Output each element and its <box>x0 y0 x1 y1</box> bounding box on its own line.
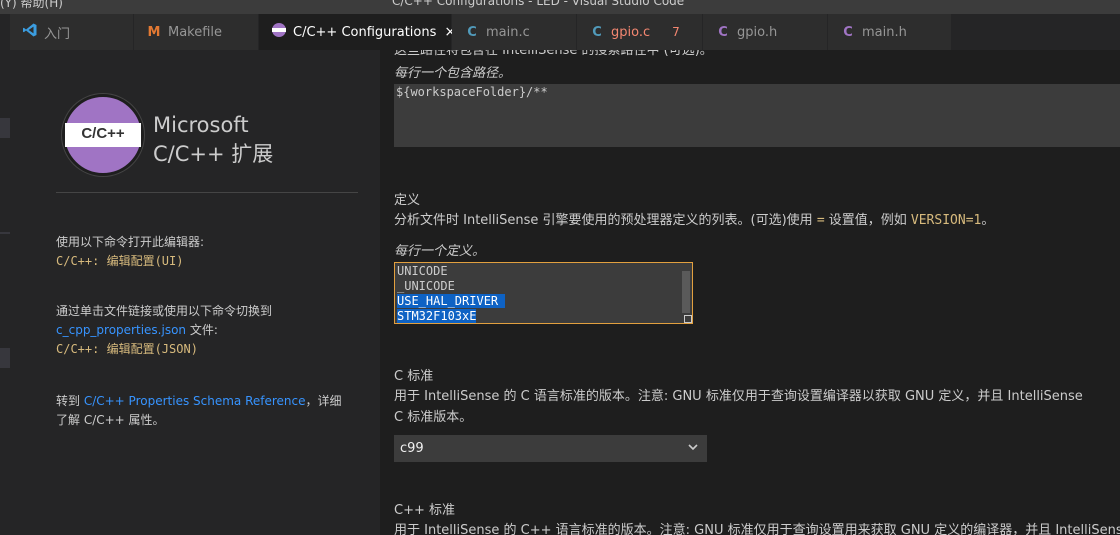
schema-reference-help: 转到 C/C++ Properties Schema Reference，详细 … <box>56 392 342 430</box>
c-standard-select[interactable]: c99 <box>394 435 707 462</box>
defines-description: 分析文件时 IntelliSense 引擎要使用的预处理器定义的列表。(可选)使… <box>394 213 995 228</box>
switch-text: 通过单击文件链接或使用以下命令切换到 <box>56 304 273 318</box>
open-ui-help: 使用以下命令打开此编辑器: C/C++: 编辑配置(UI) <box>56 233 204 271</box>
schema-reference-link[interactable]: C/C++ Properties Schema Reference <box>84 394 306 408</box>
tab-welcome[interactable]: 入门 <box>10 14 134 50</box>
tab-label: main.h <box>862 24 907 40</box>
window-title: C/C++ Configurations - LED - Visual Stud… <box>392 0 685 8</box>
define-line: UNICODE <box>397 264 448 278</box>
tab-label: gpio.c <box>611 24 651 40</box>
sidebar-edge-marker <box>0 348 10 368</box>
define-line: _UNICODE <box>397 279 455 293</box>
tab-label: gpio.h <box>737 24 778 40</box>
configuration-form: 这些路径将包含在 IntelliSense 的搜索路径中 (可选)。 每行一个包… <box>380 50 1120 535</box>
ref-line2: 了解 C/C++ 属性。 <box>56 413 165 427</box>
cpp-standard-description: 用于 IntelliSense 的 C++ 语言标准的版本。注意: GNU 标准… <box>394 523 1120 535</box>
tab-main-h[interactable]: C main.h <box>828 14 952 50</box>
c-file-icon: C <box>592 24 602 40</box>
c-standard-value: c99 <box>400 441 424 456</box>
ref-prefix: 转到 <box>56 394 84 408</box>
editor-tab-bar: 入门 M Makefile C/C++ Configurations × C m… <box>0 14 1120 50</box>
c-file-icon: C <box>467 24 477 40</box>
divider <box>56 192 358 193</box>
open-json-command: C/C++: 编辑配置(JSON) <box>56 342 198 356</box>
menu-fragment[interactable]: (Y) 帮助(H) <box>0 0 63 11</box>
c-standard-description: 用于 IntelliSense 的 C 语言标准的版本。注意: GNU 标准仅用… <box>394 389 1083 425</box>
logo-text: C/C++ <box>81 125 125 142</box>
json-file-link[interactable]: c_cpp_properties.json <box>56 323 186 337</box>
defines-hint: 每行一个定义。 <box>394 244 486 259</box>
sidebar-edge <box>0 50 10 535</box>
cpp-extension-icon <box>271 22 287 42</box>
vscode-icon <box>22 22 38 42</box>
sidebar-edge-marker <box>0 232 10 234</box>
open-ui-command: C/C++: 编辑配置(UI) <box>56 254 184 268</box>
tab-cpp-configurations[interactable]: C/C++ Configurations × <box>259 14 456 50</box>
h-file-icon: C <box>843 24 853 40</box>
tab-main-c[interactable]: C main.c <box>452 14 577 50</box>
brand-title-line1: Microsoft <box>153 113 249 137</box>
tab-makefile[interactable]: M Makefile <box>134 14 259 50</box>
define-line-selected: USE_HAL_DRIVER <box>397 294 506 308</box>
brand-title-line2: C/C++ 扩展 <box>153 142 274 166</box>
cpp-logo-icon: C/C++ <box>62 94 144 176</box>
c-standard-title: C 标准 <box>394 369 434 384</box>
makefile-icon: M <box>147 24 161 40</box>
include-path-description: 这些路径将包含在 IntelliSense 的搜索路径中 (可选)。 <box>394 50 713 58</box>
define-line-selected: STM32F103xE <box>397 309 477 323</box>
extension-info-panel: C/C++ Microsoft C/C++ 扩展 使用以下命令打开此编辑器: C… <box>10 50 380 535</box>
title-bar: (Y) 帮助(H) C/C++ Configurations - LED - V… <box>0 0 1120 14</box>
cpp-standard-title: C++ 标准 <box>394 503 455 518</box>
tab-label: C/C++ Configurations <box>293 24 437 40</box>
switch-json-help: 通过单击文件链接或使用以下命令切换到 c_cpp_properties.json… <box>56 302 272 359</box>
include-path-value: ${workspaceFolder}/** <box>396 85 548 99</box>
resize-grip-icon[interactable] <box>684 315 692 323</box>
h-file-icon: C <box>718 24 728 40</box>
tab-label: Makefile <box>168 24 223 40</box>
switch-text-suffix: 文件: <box>186 323 218 337</box>
tab-label: 入门 <box>44 26 71 42</box>
include-path-input[interactable]: ${workspaceFolder}/** <box>394 84 1120 147</box>
problem-count-badge: 7 <box>672 25 680 39</box>
open-ui-text: 使用以下命令打开此编辑器: <box>56 235 205 249</box>
sidebar-edge-marker <box>0 118 10 138</box>
defines-input[interactable]: UNICODE _UNICODE USE_HAL_DRIVER STM32F10… <box>394 262 693 324</box>
defines-title: 定义 <box>394 193 421 208</box>
tab-label: main.c <box>486 24 530 40</box>
ref-suffix: ，详细 <box>305 394 342 408</box>
tab-gpio-c[interactable]: C gpio.c 7 <box>577 14 703 50</box>
scrollbar[interactable] <box>682 271 690 313</box>
chevron-down-icon <box>688 444 698 451</box>
tab-gpio-h[interactable]: C gpio.h <box>703 14 828 50</box>
include-path-hint: 每行一个包含路径。 <box>394 66 512 81</box>
